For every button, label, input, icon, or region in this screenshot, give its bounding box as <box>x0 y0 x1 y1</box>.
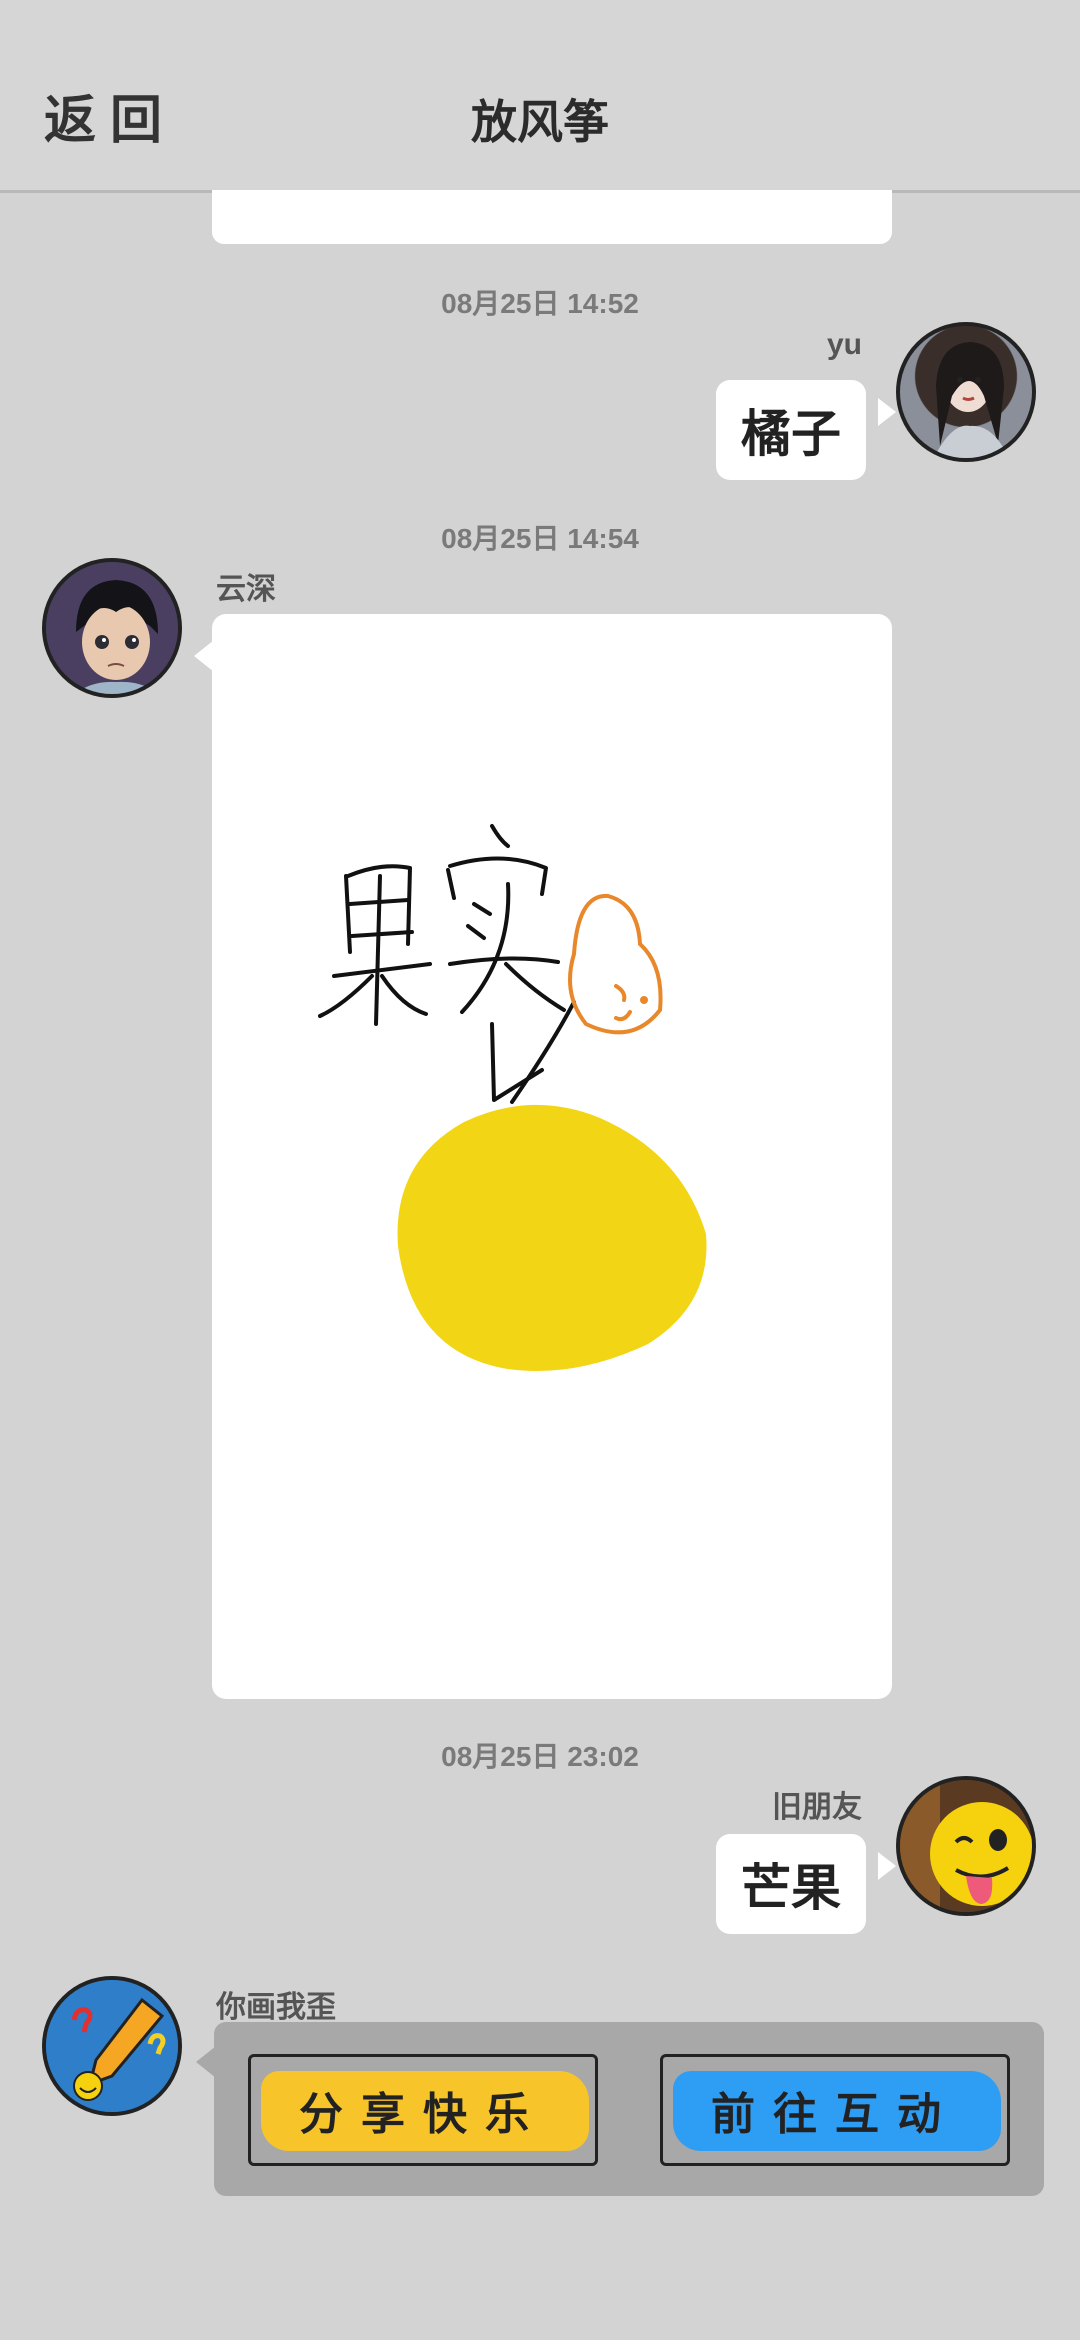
timestamp: 08月25日 14:54 <box>441 523 639 554</box>
message-bubble[interactable]: 橘子 <box>716 380 866 480</box>
emoji-avatar-icon <box>900 1780 1032 1912</box>
message-bubble[interactable]: 芒果 <box>716 1834 866 1934</box>
previous-message-card[interactable] <box>212 190 892 244</box>
bubble-tail <box>878 1852 896 1880</box>
yellow-fruit-shape <box>397 1104 707 1371</box>
pencil-logo-icon <box>46 1980 178 2112</box>
sender-name: 你画我歪 <box>216 1991 336 2024</box>
button-label: 前往互动 <box>711 2089 959 2140</box>
sender-name: yu <box>826 328 862 361</box>
game-invite-card: 分享快乐 前往互动 <box>214 2022 1044 2196</box>
bubble-tail <box>194 640 214 672</box>
top-bar: 返回 放风筝 <box>0 0 1080 193</box>
avatar-nihuawowai[interactable] <box>42 1976 182 2116</box>
sender-name: 旧朋友 <box>772 1791 862 1824</box>
share-happiness-button[interactable]: 分享快乐 <box>248 2054 598 2166</box>
avatar-jiupengyou[interactable] <box>896 1776 1036 1916</box>
orange-sketch-strokes <box>568 893 663 1035</box>
timestamp: 08月25日 14:52 <box>441 288 639 319</box>
button-label: 分享快乐 <box>299 2089 547 2140</box>
sender-name: 云深 <box>216 573 276 606</box>
bubble-tail <box>196 2046 216 2078</box>
avatar-yu[interactable] <box>896 322 1036 462</box>
sketch-drawing <box>318 824 707 1371</box>
anime-avatar-icon <box>46 562 178 694</box>
chat-title: 放风筝 <box>471 96 609 148</box>
drawing-message[interactable] <box>212 614 892 1699</box>
bubble-tail <box>878 398 896 426</box>
timestamp: 08月25日 23:02 <box>441 1741 639 1772</box>
go-interact-button[interactable]: 前往互动 <box>660 2054 1010 2166</box>
portrait-icon <box>933 342 1009 458</box>
handwritten-text-strokes <box>318 824 576 1104</box>
avatar-yunshen[interactable] <box>42 558 182 698</box>
